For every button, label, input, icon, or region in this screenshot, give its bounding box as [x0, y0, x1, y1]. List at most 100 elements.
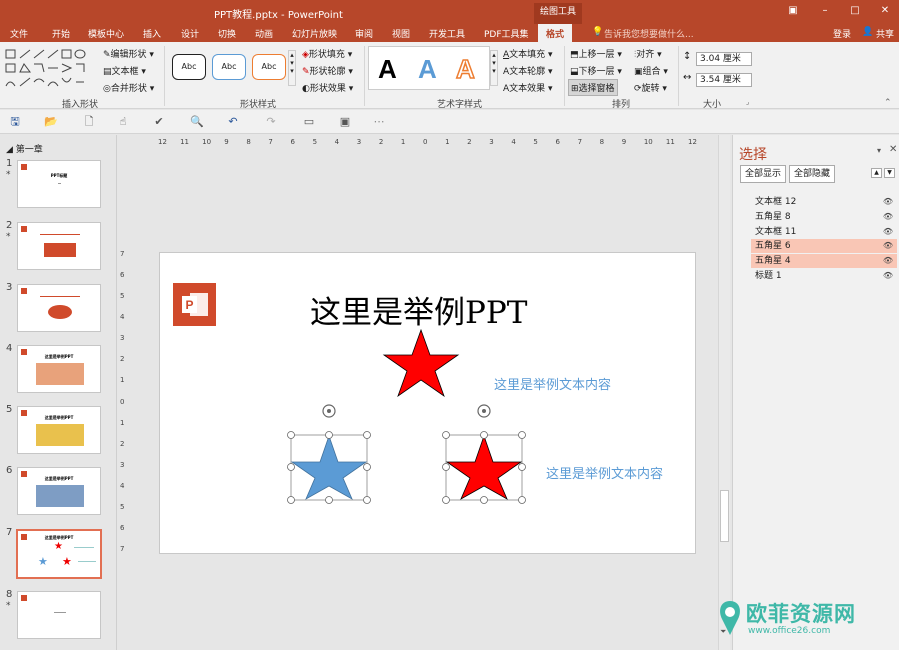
shape-gallery[interactable]	[4, 48, 96, 92]
redo-icon[interactable]: ↷	[264, 115, 278, 129]
close-pane-icon[interactable]: ✕	[889, 144, 897, 155]
visibility-eye-icon[interactable]: 👁	[883, 210, 893, 224]
slide-thumbnail-4[interactable]: 这里是举例PPT	[17, 345, 101, 393]
selected-star-blue[interactable]	[285, 402, 375, 506]
window-title: PPT教程.pptx - PowerPoint	[214, 10, 343, 21]
ruler-tick-label: 12	[688, 138, 697, 146]
shape-style-3[interactable]: Abc	[252, 54, 286, 80]
new-file-icon[interactable]: 🗋	[82, 115, 96, 129]
selection-pane-button[interactable]: ⊞选择窗格	[568, 79, 618, 96]
bring-forward-button[interactable]: ⬒上移一层 ▾	[570, 47, 622, 60]
tab-format[interactable]: 格式	[538, 24, 573, 42]
text-outline-button[interactable]: A文本轮廓 ▾	[503, 64, 553, 77]
shape-style-2[interactable]: Abc	[212, 54, 246, 80]
shape-outline-button[interactable]: ✎形状轮廓 ▾	[302, 64, 353, 77]
slide-title[interactable]: 这里是举例PPT	[310, 287, 527, 332]
rotate-button[interactable]: ⟳旋转 ▾	[634, 81, 667, 94]
share-button[interactable]: 共享	[876, 27, 894, 40]
tab-review[interactable]: 审阅	[355, 27, 373, 40]
selection-item[interactable]: 标题 1 👁	[751, 269, 897, 283]
maximize-icon[interactable]: □	[848, 5, 862, 17]
slide-thumbnail-6[interactable]: 这里是举例PPT	[17, 467, 101, 515]
selection-item[interactable]: 文本框 12 👁	[751, 195, 897, 209]
group-button[interactable]: ▣组合 ▾	[634, 64, 668, 77]
slide-text-1[interactable]: 这里是举例文本内容	[494, 374, 611, 393]
slide-thumbnail-3[interactable]	[17, 284, 101, 332]
presenter-icon[interactable]: ▣	[338, 115, 352, 129]
selection-item[interactable]: 五角星 4 👁	[751, 254, 897, 269]
move-down-icon[interactable]: ▼	[884, 168, 895, 178]
slide-thumbnail-7[interactable]: 这里是举例PPT ★ ★ ★	[16, 529, 102, 579]
slide-thumbnail-8[interactable]	[17, 591, 101, 639]
tab-transitions[interactable]: 切换	[218, 27, 236, 40]
move-up-icon[interactable]: ▲	[871, 168, 882, 178]
close-icon[interactable]: ✕	[878, 5, 892, 17]
slide-thumbnail-1[interactable]: PPT标题	[17, 160, 101, 208]
edit-shape-button[interactable]: ✎编辑形状 ▾	[103, 47, 154, 60]
scrollbar-thumb[interactable]	[720, 490, 729, 542]
tell-me-input[interactable]: 告诉我您想要做什么...	[604, 27, 694, 40]
shape-style-1[interactable]: Abc	[172, 54, 206, 80]
visibility-eye-icon[interactable]: 👁	[883, 195, 893, 209]
visibility-eye-icon[interactable]: 👁	[883, 254, 893, 268]
tab-design[interactable]: 设计	[181, 27, 199, 40]
show-all-button[interactable]: 全部显示	[740, 165, 786, 183]
selection-item[interactable]: 五角星 6 👁	[751, 239, 897, 254]
section-header[interactable]: ◢ 第一章	[6, 142, 43, 155]
visibility-eye-icon[interactable]: 👁	[883, 225, 893, 239]
align-button[interactable]: ⫶对齐 ▾	[634, 47, 662, 60]
slide-text-2[interactable]: 这里是举例文本内容	[546, 463, 663, 482]
ribbon-display-icon[interactable]: ▣	[786, 5, 800, 17]
wordart-style-black-icon[interactable]: A	[378, 54, 397, 85]
visibility-eye-icon[interactable]: 👁	[883, 239, 893, 253]
visibility-eye-icon[interactable]: 👁	[883, 269, 893, 283]
tab-slideshow[interactable]: 幻灯片放映	[292, 27, 337, 40]
slide-scrollbar[interactable]: ⏶ ⏷	[718, 135, 730, 650]
open-folder-icon[interactable]: 📂	[44, 115, 58, 129]
tab-home[interactable]: 开始	[52, 27, 70, 40]
tab-view[interactable]: 视图	[392, 27, 410, 40]
tab-animations[interactable]: 动画	[255, 27, 273, 40]
slide-thumbnail-5[interactable]: 这里是举例PPT	[17, 406, 101, 454]
login-link[interactable]: 登录	[833, 27, 851, 40]
tab-developer[interactable]: 开发工具	[429, 27, 465, 40]
minimize-icon[interactable]: –	[818, 5, 832, 17]
width-field[interactable]: 3.54 厘米	[696, 73, 752, 87]
merge-shapes-button[interactable]: ◎合并形状 ▾	[103, 81, 154, 94]
save-icon[interactable]: 🖫	[8, 115, 22, 129]
print-preview-icon[interactable]: 🔍	[190, 115, 204, 129]
slideshow-start-icon[interactable]: ▭	[302, 115, 316, 129]
selection-item[interactable]: 五角星 8 👁	[751, 210, 897, 224]
shape-style-gallery-more[interactable]: ▴ ▾ ▾	[288, 50, 296, 86]
text-fill-button[interactable]: A文本填充 ▾	[503, 47, 553, 60]
selection-item[interactable]: 文本框 11 👁	[751, 225, 897, 239]
ruler-tick-label: 6	[120, 271, 125, 280]
star-top[interactable]	[382, 329, 460, 397]
pane-options-icon[interactable]: ▾	[877, 146, 881, 155]
shape-effects-button[interactable]: ◐形状效果 ▾	[302, 81, 353, 94]
shape-fill-button[interactable]: ◈形状填充 ▾	[302, 47, 352, 60]
ruler-tick-label: 0	[423, 138, 428, 146]
text-effects-button[interactable]: A文本效果 ▾	[503, 81, 553, 94]
slide-canvas[interactable]: P 这里是举例PPT 这里是举例文本内容 这里是举例文本内容	[159, 252, 696, 554]
send-backward-button[interactable]: ⬓下移一层 ▾	[570, 64, 622, 77]
ruler-tick-label: 9	[621, 138, 627, 146]
touch-mode-icon[interactable]: ☝	[116, 115, 130, 129]
hide-all-button[interactable]: 全部隐藏	[789, 165, 835, 183]
text-box-button[interactable]: ▤文本框 ▾	[103, 64, 146, 77]
size-dialog-launcher-icon[interactable]: ⌟	[746, 98, 749, 106]
wordart-gallery-more[interactable]: ▴ ▾ ▾	[490, 50, 498, 86]
tab-insert[interactable]: 插入	[143, 27, 161, 40]
height-field[interactable]: 3.04 厘米	[696, 52, 752, 66]
tab-pdf-tools[interactable]: PDF工具集	[484, 27, 529, 40]
slide-thumbnail-2[interactable]	[17, 222, 101, 270]
wordart-style-blue-icon[interactable]: A	[418, 54, 437, 85]
spelling-icon[interactable]: ✔	[152, 115, 166, 129]
collapse-ribbon-icon[interactable]: ⌃	[884, 98, 892, 108]
customize-toolbar-icon[interactable]: ⋯	[372, 115, 386, 129]
wordart-style-orange-icon[interactable]: A	[455, 53, 475, 85]
selected-star-red[interactable]	[440, 402, 530, 506]
tab-file[interactable]: 文件	[10, 27, 28, 40]
undo-icon[interactable]: ↶	[226, 115, 240, 129]
tab-template-center[interactable]: 模板中心	[88, 27, 124, 40]
